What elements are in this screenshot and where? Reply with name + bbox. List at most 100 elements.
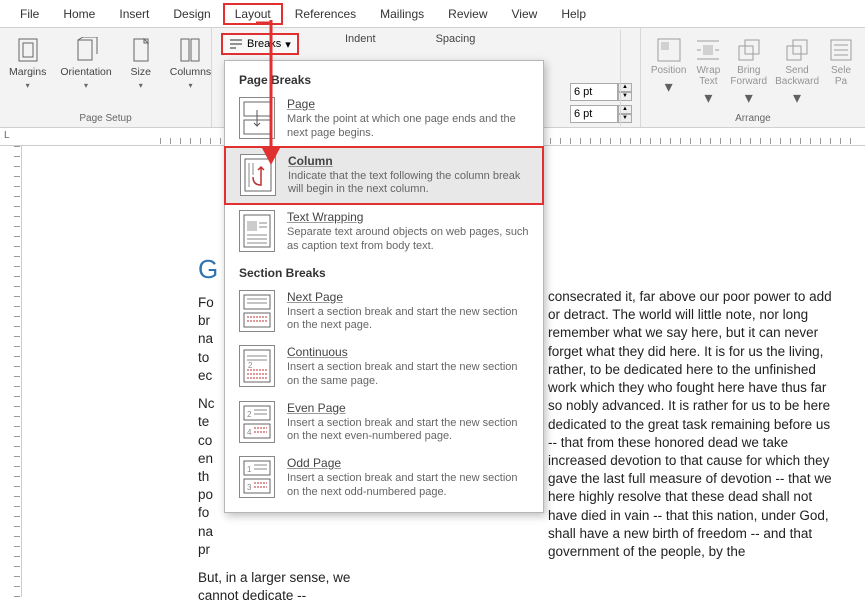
orientation-label: Orientation (60, 67, 111, 79)
margins-button[interactable]: Margins ▾ (6, 33, 49, 92)
chevron-down-icon: ▾ (285, 38, 291, 51)
spacing-label: Spacing (436, 33, 476, 45)
svg-text:3: 3 (247, 483, 252, 492)
spacing-after: ▲▼ (570, 105, 632, 123)
chevron-down-icon: ▾ (745, 88, 753, 108)
breaks-dropdown: Page Breaks Page Mark the point at which… (224, 60, 544, 513)
chevron-down-icon: ▾ (84, 81, 88, 90)
position-button[interactable]: Position ▾ (649, 36, 689, 113)
size-icon (128, 37, 154, 63)
size-button[interactable]: Size ▾ (123, 33, 159, 92)
next-page-label: Next Page (287, 290, 529, 304)
odd-page-icon: 13 (239, 456, 275, 498)
spacing-before-input[interactable] (570, 83, 618, 101)
indent-spacing-labels: Indent Spacing (345, 33, 475, 45)
spacing-spinners: ▲▼ ▲▼ (570, 83, 632, 123)
menu-help[interactable]: Help (549, 3, 598, 25)
continuous-label: Continuous (287, 345, 529, 359)
break-continuous[interactable]: 2 Continuous Insert a section break and … (225, 339, 543, 395)
break-odd-page[interactable]: 13 Odd Page Insert a section break and s… (225, 450, 543, 506)
selection-pane-button[interactable]: Sele Pa (825, 36, 857, 113)
menubar: File Home Insert Design Layout Reference… (0, 0, 865, 28)
orientation-icon (73, 37, 99, 63)
menu-insert[interactable]: Insert (107, 3, 161, 25)
bring-forward-icon (735, 36, 763, 64)
doc-p3: But, in a larger sense, we cannot dedica… (198, 569, 393, 605)
chevron-down-icon: ▾ (26, 81, 30, 90)
menu-file[interactable]: File (8, 3, 51, 25)
menu-mailings[interactable]: Mailings (368, 3, 436, 25)
even-page-label: Even Page (287, 401, 529, 415)
chevron-down-icon: ▾ (793, 88, 801, 108)
group-page-setup: Margins ▾ Orientation ▾ Size ▾ Columns ▾… (0, 28, 212, 127)
selection-label: Sele Pa (831, 65, 851, 87)
size-label: Size (131, 67, 151, 79)
wrap-text-icon (694, 36, 722, 64)
chevron-down-icon: ▾ (665, 77, 673, 97)
next-page-desc: Insert a section break and start the new… (287, 306, 529, 334)
columns-label: Columns (170, 67, 211, 79)
chevron-down-icon: ▾ (139, 81, 143, 90)
menu-references[interactable]: References (283, 3, 368, 25)
column-break-icon (240, 154, 276, 196)
page-break-icon (239, 97, 275, 139)
columns-icon (177, 37, 203, 63)
break-column[interactable]: Column Indicate that the text following … (224, 146, 544, 206)
menu-design[interactable]: Design (161, 3, 222, 25)
spacing-before: ▲▼ (570, 83, 632, 101)
next-page-icon (239, 290, 275, 332)
menu-view[interactable]: View (500, 3, 550, 25)
doc-heading: G (198, 254, 218, 285)
orientation-button[interactable]: Orientation ▾ (57, 33, 114, 92)
even-page-desc: Insert a section break and start the new… (287, 417, 529, 445)
bring-forward-label: Bring Forward (730, 65, 767, 87)
indent-label: Indent (345, 33, 376, 45)
odd-page-desc: Insert a section break and start the new… (287, 472, 529, 500)
bring-forward-button[interactable]: Bring Forward ▾ (728, 36, 769, 113)
column-desc: Indicate that the text following the col… (288, 170, 528, 198)
break-even-page[interactable]: 24 Even Page Insert a section break and … (225, 395, 543, 451)
send-backward-label: Send Backward (775, 65, 819, 87)
ruler-vertical (0, 146, 22, 597)
svg-text:4: 4 (247, 428, 252, 437)
breaks-button[interactable]: Breaks ▾ (221, 33, 299, 55)
even-page-icon: 24 (239, 401, 275, 443)
column-label: Column (288, 154, 528, 168)
ruler-corner: L (4, 130, 10, 141)
margins-label: Margins (9, 67, 46, 79)
wrap-text-button[interactable]: Wrap Text ▾ (692, 36, 724, 113)
doc-column-right[interactable]: consecrated it, far above our poor power… (548, 288, 834, 561)
text-wrapping-desc: Separate text around objects on web page… (287, 226, 529, 254)
odd-page-label: Odd Page (287, 456, 529, 470)
breaks-label: Breaks (247, 38, 281, 50)
group-arrange: Position ▾ Wrap Text ▾ Bring Forward ▾ S… (640, 28, 865, 127)
arrange-group-label: Arrange (641, 113, 865, 127)
position-icon (655, 36, 683, 64)
continuous-icon: 2 (239, 345, 275, 387)
margins-icon (15, 37, 41, 63)
menu-review[interactable]: Review (436, 3, 499, 25)
selection-icon (827, 36, 855, 64)
position-label: Position (651, 65, 687, 76)
columns-button[interactable]: Columns ▾ (167, 33, 214, 92)
wrap-text-label: Wrap Text (697, 65, 721, 87)
send-backward-button[interactable]: Send Backward ▾ (773, 36, 821, 113)
spacing-after-input[interactable] (570, 105, 618, 123)
continuous-desc: Insert a section break and start the new… (287, 361, 529, 389)
page-setup-group-label: Page Setup (6, 111, 205, 127)
breaks-icon (229, 37, 243, 51)
text-wrapping-label: Text Wrapping (287, 210, 529, 224)
svg-text:1: 1 (247, 465, 252, 474)
chevron-down-icon: ▾ (704, 88, 712, 108)
text-wrapping-icon (239, 210, 275, 252)
break-text-wrapping[interactable]: Text Wrapping Separate text around objec… (225, 204, 543, 260)
menu-layout[interactable]: Layout (223, 3, 283, 25)
break-page[interactable]: Page Mark the point at which one page en… (225, 91, 543, 147)
page-desc: Mark the point at which one page ends an… (287, 113, 529, 141)
svg-text:2: 2 (248, 361, 253, 370)
page-breaks-heading: Page Breaks (225, 67, 543, 91)
break-next-page[interactable]: Next Page Insert a section break and sta… (225, 284, 543, 340)
menu-home[interactable]: Home (51, 3, 107, 25)
section-breaks-heading: Section Breaks (225, 260, 543, 284)
page-label: Page (287, 97, 529, 111)
